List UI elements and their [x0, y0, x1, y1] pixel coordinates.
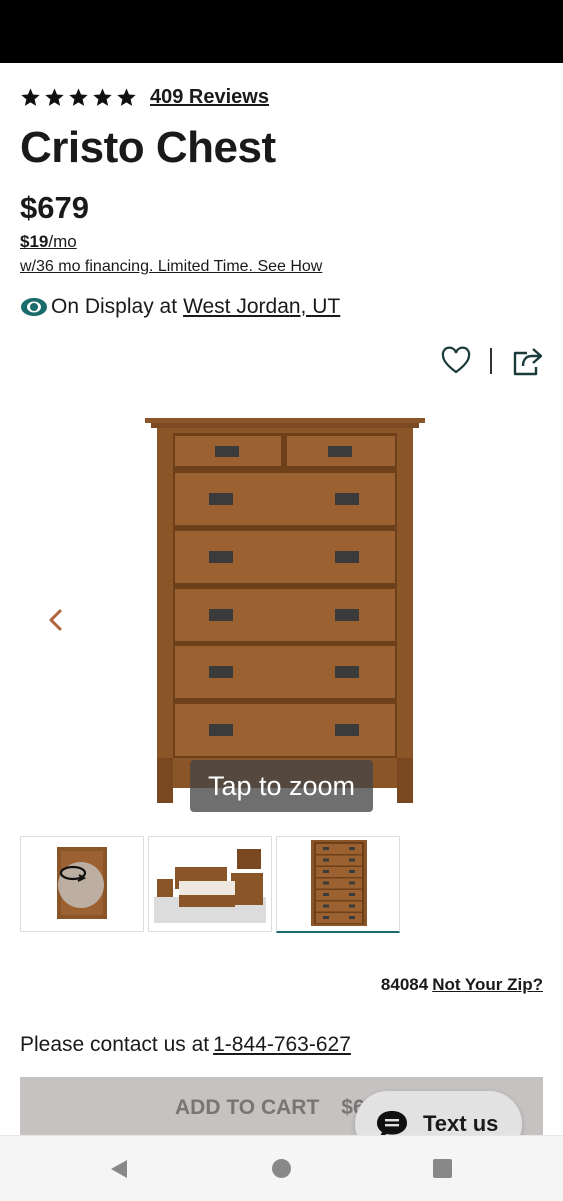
contact-line: Please contact us at 1-844-763-627: [20, 1033, 351, 1057]
thumbnail-chest-front[interactable]: [276, 836, 400, 933]
actions-divider: [490, 348, 492, 374]
thumbnail-bedroom-set[interactable]: [148, 836, 272, 932]
financing-link[interactable]: w/36 mo financing. Limited Time. See How: [20, 258, 322, 276]
thumbnail-strip: [20, 836, 400, 933]
status-bar: [0, 0, 563, 63]
system-nav-bar: [0, 1135, 563, 1201]
add-to-cart-label: ADD TO CART: [175, 1096, 320, 1119]
thumbnail-360[interactable]: [20, 836, 144, 932]
product-title: Cristo Chest: [20, 123, 276, 172]
product-actions: [441, 345, 543, 377]
star-icon: [117, 87, 136, 106]
back-icon[interactable]: [108, 1158, 130, 1180]
zoom-hint[interactable]: Tap to zoom: [190, 760, 373, 812]
zip-code: 84084: [380, 975, 429, 994]
previous-image-arrow[interactable]: [45, 607, 67, 633]
product-price: $679: [20, 190, 89, 225]
text-us-label: Text us: [423, 1111, 499, 1135]
home-icon[interactable]: [271, 1158, 292, 1179]
heart-icon[interactable]: [441, 346, 471, 376]
star-icon: [93, 87, 112, 106]
monthly-suffix: /mo: [48, 232, 77, 251]
rating-stars: [20, 87, 137, 108]
star-icon: [21, 87, 40, 106]
change-zip-link[interactable]: Not Your Zip?: [432, 975, 543, 994]
contact-prefix: Please contact us at: [20, 1033, 210, 1056]
product-page: 409 Reviews Cristo Chest $679 $19/mo w/3…: [0, 63, 563, 1135]
chat-bubble-icon: [377, 1111, 407, 1135]
store-link[interactable]: West Jordan, UT: [183, 295, 340, 319]
text-us-button[interactable]: Text us: [355, 1091, 522, 1135]
zip-row: 84084 Not Your Zip?: [381, 975, 543, 995]
star-icon: [69, 87, 88, 106]
rating-row: 409 Reviews: [20, 83, 269, 111]
star-icon: [45, 87, 64, 106]
monthly-payment-link[interactable]: $19/mo: [20, 232, 77, 252]
share-icon[interactable]: [511, 345, 543, 377]
monthly-amount: $19: [20, 232, 49, 251]
eye-icon: [21, 298, 47, 316]
on-display-label: On Display at: [51, 295, 178, 318]
on-display-row: On Display at West Jordan, UT: [20, 295, 340, 319]
rotate-360-icon: [58, 862, 104, 908]
product-main-image[interactable]: [145, 418, 425, 803]
phone-link[interactable]: 1-844-763-627: [213, 1033, 351, 1056]
recents-icon[interactable]: [432, 1158, 453, 1179]
reviews-link[interactable]: 409 Reviews: [150, 86, 269, 109]
